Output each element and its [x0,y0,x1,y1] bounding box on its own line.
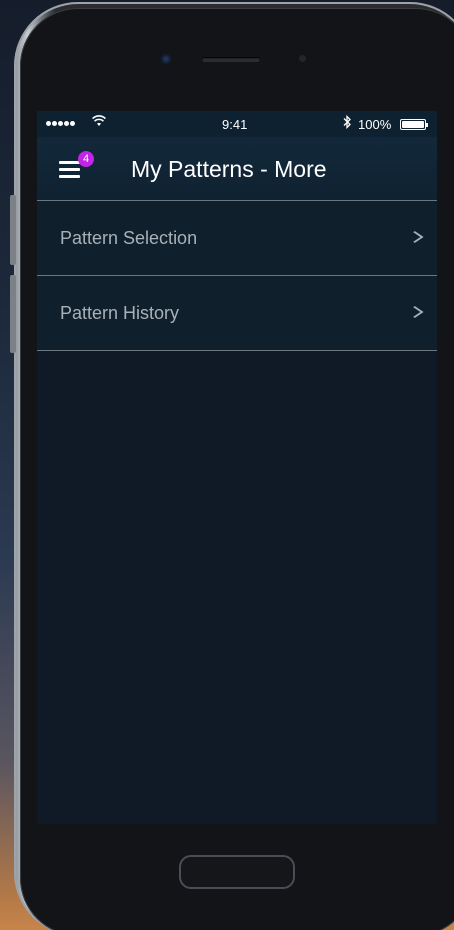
status-time: 9:41 [222,117,248,132]
list-item-pattern-selection[interactable]: Pattern Selection [37,201,437,276]
volume-down-button [10,275,16,353]
hamburger-menu-icon-line [59,168,80,171]
hamburger-menu-icon-line [59,175,80,178]
list-item-label: Pattern History [60,303,180,323]
options-list: Pattern Selection Pattern History [37,201,437,351]
battery-percentage: 100% [358,117,392,132]
chevron-right-icon [413,306,424,318]
chevron-right-icon [413,231,424,243]
list-item-label: Pattern Selection [60,228,198,248]
notification-badge: 4 [78,151,94,167]
front-camera-icon [160,53,172,65]
earpiece-speaker [202,57,260,62]
navigation-bar: 4 My Patterns - More [37,137,437,201]
home-button[interactable] [179,855,295,889]
page-title: My Patterns - More [131,156,327,182]
bluetooth-icon [343,115,351,129]
app-screen: 9:41 100% 4 My Patterns - More Pattern S… [37,111,437,824]
wifi-icon [92,115,106,126]
battery-icon [400,119,428,130]
signal-dots-icon [46,121,75,126]
status-bar: 9:41 100% [37,111,437,137]
hamburger-menu-icon [59,161,80,164]
proximity-sensor [299,55,306,62]
list-item-pattern-history[interactable]: Pattern History [37,276,437,351]
volume-up-button [10,195,16,265]
